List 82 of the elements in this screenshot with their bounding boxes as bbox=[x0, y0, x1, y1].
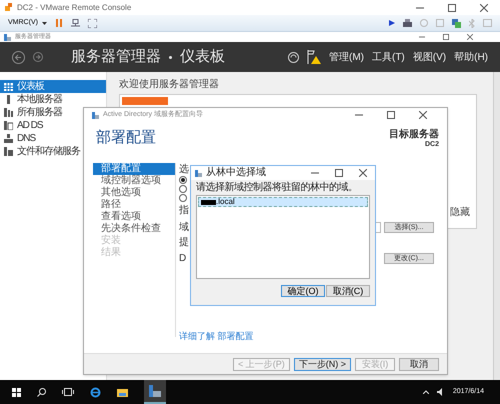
app-icon bbox=[195, 170, 202, 176]
domain-list[interactable]: .local bbox=[196, 195, 370, 279]
wizard-step[interactable]: 查看选项 bbox=[93, 211, 175, 223]
close-icon[interactable] bbox=[480, 4, 488, 12]
menu-item[interactable]: 管理(M) bbox=[328, 50, 364, 64]
server-manager-icon bbox=[149, 385, 161, 397]
accent-bar bbox=[122, 97, 168, 105]
wizard-step[interactable]: 部署配置 bbox=[93, 163, 175, 175]
search-icon[interactable] bbox=[37, 388, 46, 396]
target-server-label: 目标服务器 bbox=[389, 130, 439, 140]
list-item[interactable]: .local bbox=[198, 197, 368, 207]
spec-label: 指 bbox=[179, 206, 189, 216]
directory-icon bbox=[4, 121, 13, 130]
forward-icon[interactable] bbox=[33, 52, 43, 62]
dialog-prompt: 请选择新域控制器将驻留的林中的域。 bbox=[196, 183, 358, 193]
radio-button[interactable] bbox=[179, 185, 187, 193]
printer-icon[interactable] bbox=[403, 19, 412, 27]
storage-icon bbox=[4, 147, 13, 156]
page-heading: 部署配置 bbox=[95, 130, 156, 145]
radio-button[interactable] bbox=[179, 194, 187, 202]
welcome-heading: 欢迎使用服务器管理器 bbox=[119, 80, 220, 90]
server-icon bbox=[4, 95, 13, 104]
window-title: DC2 - VMware Remote Console bbox=[17, 2, 132, 14]
domain-label: 域 bbox=[179, 220, 189, 235]
page-subtitle: 仪表板 bbox=[180, 46, 225, 67]
network-icon[interactable] bbox=[452, 18, 461, 28]
refresh-icon[interactable] bbox=[288, 52, 299, 62]
close-icon[interactable] bbox=[419, 111, 427, 119]
footer-button[interactable]: 取消 bbox=[399, 358, 439, 370]
network-icon bbox=[4, 134, 13, 143]
wizard-step[interactable]: 先决条件检查 bbox=[93, 223, 175, 235]
taskbar-app[interactable] bbox=[144, 380, 166, 404]
folder-icon[interactable] bbox=[117, 388, 128, 396]
wizard-step[interactable]: 路径 bbox=[93, 199, 175, 211]
devices-icon[interactable] bbox=[70, 18, 80, 28]
app-icon bbox=[4, 3, 13, 12]
fullscreen-icon[interactable] bbox=[88, 18, 97, 28]
caret-icon bbox=[42, 22, 47, 24]
menu-item[interactable]: 工具(T) bbox=[372, 50, 405, 64]
dialog-title: 从林中选择域 bbox=[206, 168, 266, 178]
hide-link[interactable]: 隐藏 bbox=[450, 205, 470, 220]
minimize-icon[interactable] bbox=[419, 34, 425, 40]
maximize-icon[interactable] bbox=[448, 4, 456, 12]
radio-button[interactable] bbox=[179, 176, 187, 184]
menu-item[interactable]: 帮助(H) bbox=[454, 50, 488, 64]
menu-item[interactable]: 视图(V) bbox=[412, 50, 446, 64]
page-title: 服务器管理器 bbox=[71, 46, 161, 67]
maximize-icon[interactable] bbox=[335, 169, 343, 177]
separator-icon bbox=[169, 56, 172, 58]
close-icon[interactable] bbox=[359, 169, 367, 177]
windows-start-icon[interactable] bbox=[12, 388, 21, 396]
pause-icon[interactable] bbox=[54, 19, 63, 27]
credentials-label: 提 bbox=[179, 238, 189, 248]
operation-label: 选 bbox=[179, 165, 189, 175]
app-icon bbox=[4, 34, 11, 40]
wizard-step[interactable]: 域控制器选项 bbox=[93, 175, 175, 187]
browser-icon[interactable] bbox=[90, 386, 101, 398]
sidebar-item[interactable]: AD DS bbox=[0, 119, 47, 132]
dialog-button[interactable]: 确定(O) bbox=[281, 285, 325, 297]
maximize-icon[interactable] bbox=[387, 111, 395, 119]
app-icon bbox=[92, 112, 99, 118]
back-icon[interactable] bbox=[12, 50, 25, 64]
wizard-step[interactable]: 其他选项 bbox=[93, 187, 175, 199]
sidebar-item[interactable]: DNS bbox=[0, 132, 40, 145]
domain-name: .local bbox=[216, 196, 235, 208]
close-icon[interactable] bbox=[467, 34, 473, 40]
maximize-icon[interactable] bbox=[443, 34, 449, 40]
dialog-button[interactable]: 取消(C) bbox=[326, 285, 370, 297]
task-view-icon[interactable] bbox=[62, 388, 74, 396]
footer-button[interactable]: 下一步(N) > bbox=[294, 358, 351, 370]
sidebar-item[interactable]: 仪表板 bbox=[0, 80, 106, 93]
servers-icon bbox=[4, 108, 13, 117]
arrow-icon[interactable] bbox=[389, 20, 395, 26]
sidebar-item[interactable]: 文件和存储服务 bbox=[0, 145, 84, 158]
chevron-up-icon[interactable] bbox=[422, 390, 429, 394]
credential-value: D bbox=[179, 252, 186, 266]
sidebar-item[interactable]: 所有服务器 bbox=[0, 106, 66, 119]
speaker-icon[interactable] bbox=[436, 388, 445, 396]
grid-icon bbox=[4, 82, 13, 90]
learn-more-link[interactable]: 详细了解 部署配置 bbox=[179, 330, 434, 343]
flag-warning-icon[interactable] bbox=[306, 50, 321, 64]
sidebar-item[interactable]: 本地服务器 bbox=[0, 93, 66, 106]
